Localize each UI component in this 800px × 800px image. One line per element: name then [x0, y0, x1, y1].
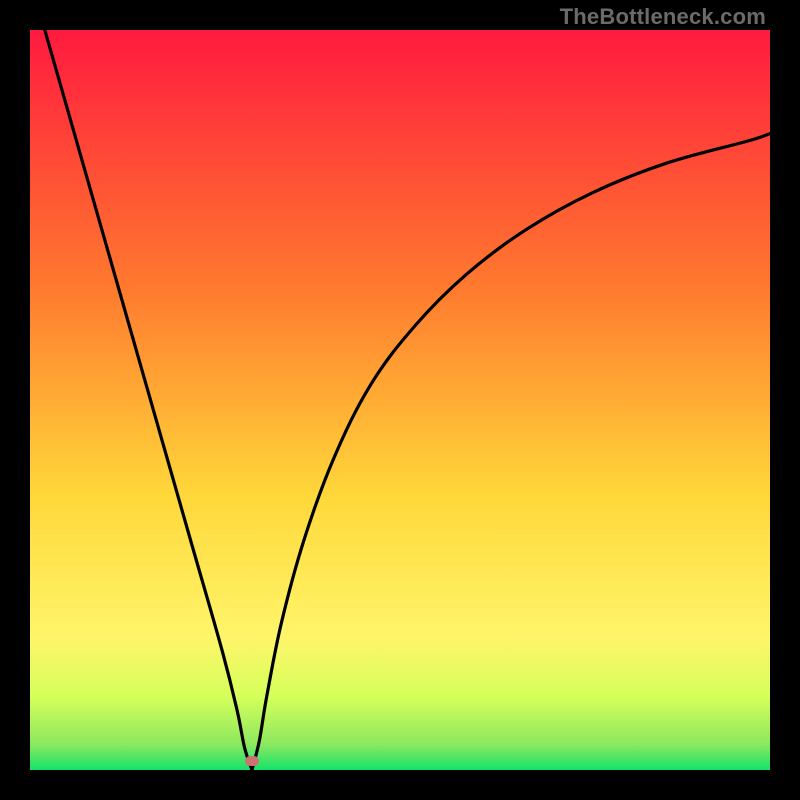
- curve-layer: [30, 30, 770, 770]
- plot-area: [30, 30, 770, 770]
- watermark-text: TheBottleneck.com: [560, 4, 766, 30]
- curve-right-branch: [252, 134, 770, 770]
- chart-frame: TheBottleneck.com: [0, 0, 800, 800]
- notch-marker: [245, 756, 259, 766]
- curve-left-branch: [45, 30, 252, 770]
